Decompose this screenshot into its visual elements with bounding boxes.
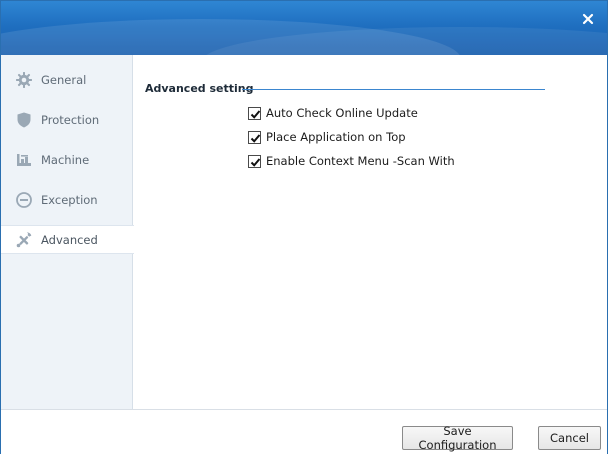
checkbox-place-on-top[interactable] — [248, 130, 261, 144]
checkbox-auto-check-update[interactable] — [248, 106, 261, 120]
sidebar-item-machine[interactable]: Machine — [1, 145, 133, 174]
sidebar: General Protection Machine Exception Adv… — [1, 55, 134, 409]
sidebar-item-label: Machine — [41, 152, 90, 167]
option-context-menu-scan[interactable]: Enable Context Menu -Scan With — [248, 154, 455, 168]
cancel-button[interactable]: Cancel — [538, 426, 601, 450]
option-label: Place Application on Top — [266, 130, 406, 144]
machine-icon — [15, 151, 33, 169]
footer-bar: Save Configuration Cancel — [1, 409, 607, 454]
title-bar — [1, 1, 607, 55]
sidebar-item-general[interactable]: General — [1, 65, 133, 94]
option-label: Auto Check Online Update — [266, 106, 418, 120]
tools-icon — [15, 231, 33, 249]
section-divider — [242, 89, 545, 90]
sidebar-item-advanced[interactable]: Advanced — [1, 225, 134, 254]
option-auto-check-update[interactable]: Auto Check Online Update — [248, 106, 418, 120]
shield-icon — [15, 111, 33, 129]
section-title: Advanced setting — [145, 82, 254, 95]
option-place-on-top[interactable]: Place Application on Top — [248, 130, 406, 144]
save-configuration-button[interactable]: Save Configuration — [402, 424, 513, 452]
main-panel: Advanced setting Auto Check Online Updat… — [134, 55, 607, 409]
sidebar-item-label: Advanced — [41, 232, 98, 247]
sidebar-item-label: Exception — [41, 192, 98, 207]
close-icon[interactable] — [579, 10, 597, 28]
sidebar-item-exception[interactable]: Exception — [1, 185, 133, 214]
sidebar-item-protection[interactable]: Protection — [1, 105, 133, 134]
minus-circle-icon — [15, 191, 33, 209]
gear-icon — [15, 71, 33, 89]
settings-window: General Protection Machine Exception Adv… — [0, 0, 608, 454]
option-label: Enable Context Menu -Scan With — [266, 154, 455, 168]
checkbox-context-menu-scan[interactable] — [248, 154, 261, 168]
sidebar-item-label: Protection — [41, 112, 100, 127]
sidebar-item-label: General — [41, 72, 87, 87]
